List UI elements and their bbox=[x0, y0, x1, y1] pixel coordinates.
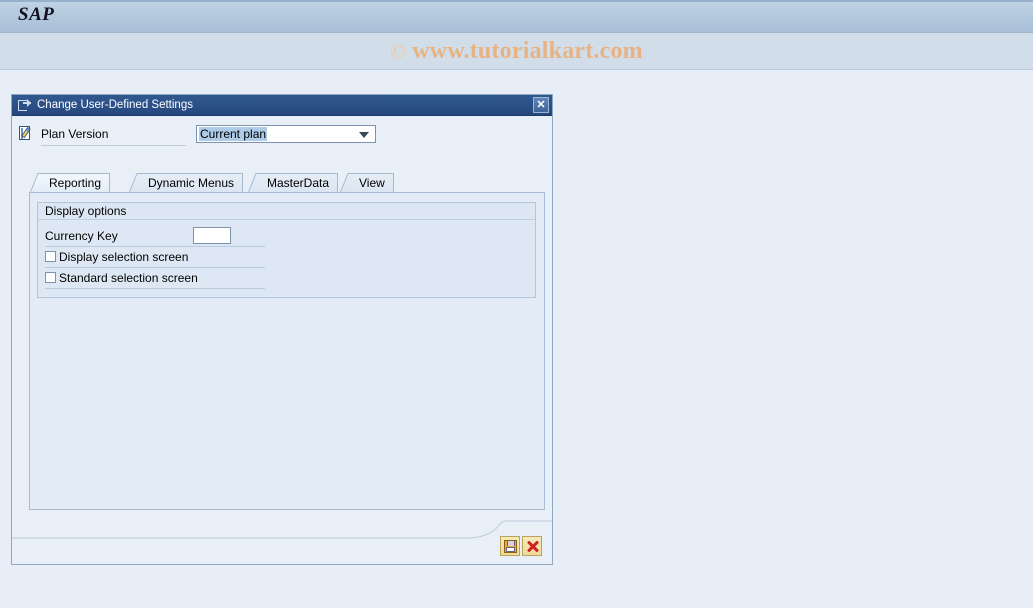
tab-reporting[interactable]: Reporting bbox=[40, 173, 111, 192]
cancel-red-x-icon bbox=[526, 540, 539, 553]
standard-selection-screen-checkbox[interactable] bbox=[45, 272, 56, 283]
watermark-text: www.tutorialkart.com bbox=[412, 38, 643, 64]
app-header: SAP bbox=[0, 0, 1033, 33]
chevron-down-icon bbox=[359, 132, 369, 138]
standard-selection-screen-row: Standard selection screen bbox=[45, 269, 265, 289]
display-selection-screen-row: Display selection screen bbox=[45, 248, 265, 268]
reporting-tab-panel: Display options Currency Key Display sel… bbox=[29, 192, 545, 510]
currency-key-label: Currency Key bbox=[45, 229, 118, 243]
enter-session-icon bbox=[18, 98, 32, 112]
display-options-title: Display options bbox=[38, 203, 535, 220]
tab-masterdata[interactable]: MasterData bbox=[258, 173, 339, 192]
footer-separator bbox=[12, 520, 552, 542]
copyright-icon: © bbox=[390, 39, 407, 63]
close-icon[interactable]: ✕ bbox=[533, 97, 549, 113]
plan-version-row: Plan Version Current plan bbox=[12, 123, 552, 149]
tab-dynamic-menus[interactable]: Dynamic Menus bbox=[139, 173, 244, 192]
currency-key-input[interactable] bbox=[193, 227, 231, 244]
dialog-footer bbox=[12, 512, 552, 564]
change-document-icon bbox=[19, 126, 35, 142]
change-user-defined-settings-dialog: Change User-Defined Settings ✕ Plan Vers… bbox=[11, 94, 553, 565]
save-floppy-icon bbox=[503, 539, 517, 553]
display-selection-screen-checkbox[interactable] bbox=[45, 251, 56, 262]
dialog-titlebar: Change User-Defined Settings ✕ bbox=[12, 95, 552, 116]
plan-version-label: Plan Version bbox=[41, 127, 109, 141]
tab-view[interactable]: View bbox=[350, 173, 394, 192]
plan-version-dropdown[interactable]: Current plan bbox=[196, 125, 376, 143]
standard-selection-screen-underline bbox=[45, 288, 265, 289]
sap-logo: SAP bbox=[18, 4, 55, 25]
plan-version-label-underline bbox=[41, 145, 186, 146]
dialog-title: Change User-Defined Settings bbox=[37, 98, 193, 111]
tabstrip: Reporting Dynamic Menus MasterData View bbox=[29, 173, 537, 192]
display-selection-screen-label[interactable]: Display selection screen bbox=[59, 250, 188, 264]
display-options-groupbox: Display options Currency Key Display sel… bbox=[37, 202, 536, 298]
display-selection-screen-underline bbox=[45, 267, 265, 268]
footer-button-group bbox=[500, 536, 542, 556]
plan-version-value: Current plan bbox=[199, 127, 268, 141]
standard-selection-screen-label[interactable]: Standard selection screen bbox=[59, 271, 198, 285]
cancel-button[interactable] bbox=[522, 536, 542, 556]
header-top-rule bbox=[0, 0, 1033, 2]
save-button[interactable] bbox=[500, 536, 520, 556]
currency-key-row: Currency Key bbox=[45, 227, 265, 247]
watermark: © www.tutorialkart.com bbox=[0, 33, 1033, 70]
currency-key-underline bbox=[45, 246, 265, 247]
